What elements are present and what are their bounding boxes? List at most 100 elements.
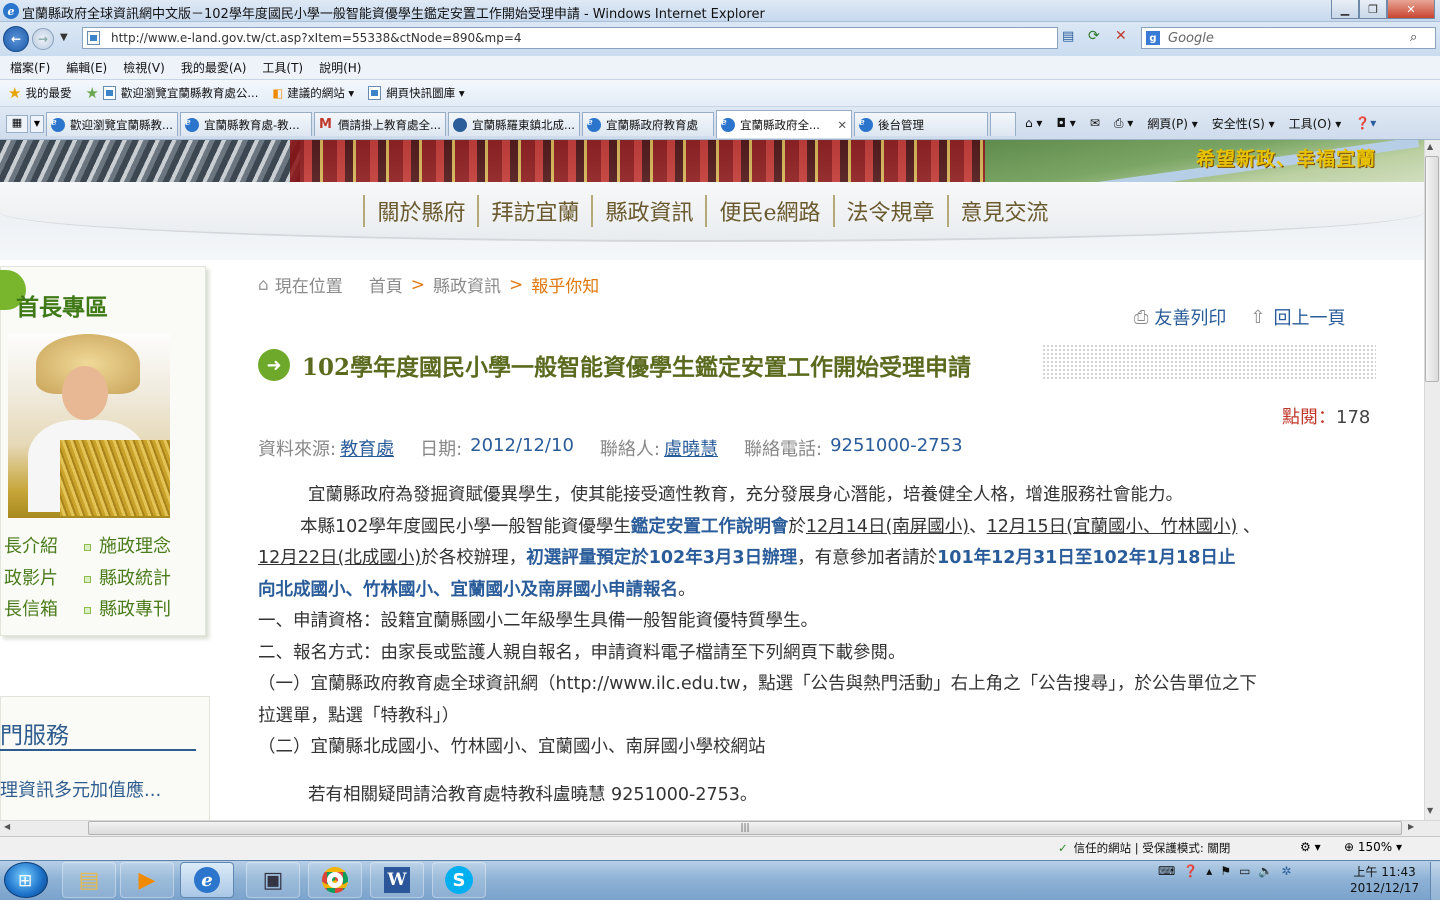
taskbar-media-player[interactable]: ▶ [120, 862, 174, 898]
web-slice-gallery[interactable]: 網頁快訊圖庫 ▾ [368, 85, 465, 101]
nav-county-info[interactable]: 縣政資訊 [591, 195, 705, 227]
stop-icon[interactable]: ✕ [1115, 28, 1127, 44]
scroll-right-icon[interactable]: ▶ [1408, 822, 1414, 831]
tab-gmail[interactable]: M 價請掛上教育處全... [314, 112, 446, 136]
site-icon [453, 117, 467, 132]
help-icon[interactable]: ❓▾ [1355, 116, 1376, 130]
menu-view[interactable]: 檢視(V) [123, 59, 165, 76]
start-button[interactable]: ⊞ [4, 862, 48, 898]
tools-menu[interactable]: 工具(O) ▾ [1289, 115, 1342, 132]
sidebar-link-policy[interactable]: 施政理念 [84, 532, 171, 558]
taskbar-explorer[interactable]: ▤ [62, 862, 116, 898]
taskbar-word[interactable]: W [370, 862, 424, 898]
tab-welcome[interactable]: e 歡迎瀏覽宜蘭縣教... [46, 112, 178, 136]
horizontal-scroll-thumb[interactable]: ||| [88, 821, 1402, 835]
folder-icon: ▤ [78, 867, 100, 893]
tab-yilan-gov[interactable]: e 宜蘭縣政府全... ✕ [716, 110, 852, 138]
nav-feedback[interactable]: 意見交流 [946, 195, 1061, 227]
flag-icon[interactable]: ⚑ [1220, 864, 1231, 878]
scroll-left-icon[interactable]: ◀ [4, 822, 10, 831]
taskbar-remote-desktop[interactable]: ▣ [246, 862, 300, 898]
window-title: 宜蘭縣政府全球資訊網中文版－102學年度國民小學一般智能資優學生鑑定安置工作開始… [22, 7, 765, 22]
sidebar-link-intro[interactable]: 長介紹 [4, 532, 58, 558]
keyboard-icon[interactable]: ⌨ [1158, 864, 1175, 878]
menu-tools[interactable]: 工具(T) [262, 59, 303, 76]
ie-icon: e [721, 117, 735, 132]
site-slogan: 希望新政、幸福宜蘭 [1196, 148, 1377, 170]
menu-edit[interactable]: 編輯(E) [66, 59, 107, 76]
arrow-right-icon: → [37, 32, 49, 46]
breadcrumb-county-info[interactable]: 縣政資訊 [433, 272, 501, 297]
sidebar-link-mailbox[interactable]: 長信箱 [4, 595, 58, 621]
vertical-scroll-thumb[interactable] [1425, 156, 1439, 382]
command-bar: ⌂ ▾ ◘ ▾ ✉ ⎙ ▾ 網頁(P) ▾ 安全性(S) ▾ 工具(O) ▾ ❓… [1025, 112, 1390, 134]
favorite-edu-link[interactable]: ★ 歡迎瀏覽宜蘭縣教育處公... [85, 84, 258, 102]
sidebar-link-statistics[interactable]: 縣政統計 [84, 564, 171, 590]
refresh-icon[interactable]: ⟳ [1088, 28, 1100, 44]
scroll-up-icon[interactable]: ▲ [1427, 142, 1433, 151]
search-box[interactable]: g Google ⌕ [1141, 27, 1436, 49]
quick-tabs-icon[interactable]: ▦ [6, 115, 28, 133]
contact-value[interactable]: 盧曉慧 [664, 435, 718, 461]
tab-edu-dept[interactable]: e 宜蘭縣教育處-教... [180, 112, 312, 136]
tab-admin[interactable]: e 後台管理 [854, 112, 988, 136]
new-tab-button[interactable] [990, 112, 1016, 136]
url-text[interactable]: http://www.e-land.gov.tw/ct.asp?xItem=55… [111, 31, 522, 45]
minimize-button[interactable]: ▁ [1331, 0, 1359, 19]
close-window-button[interactable]: ✕ [1387, 0, 1435, 19]
breadcrumb-current[interactable]: 報乎你知 [531, 272, 599, 297]
nav-visit-yilan[interactable]: 拜訪宜蘭 [477, 195, 591, 227]
suggested-sites[interactable]: ◧ 建議的網站 ▾ [272, 85, 354, 101]
zoom-level[interactable]: ⊕ 150% ▾ [1344, 840, 1402, 854]
nav-e-services[interactable]: 便民e網路 [705, 195, 832, 227]
mail-icon[interactable]: ✉ [1090, 116, 1100, 130]
source-value[interactable]: 教育處 [340, 435, 394, 461]
window-title-bar[interactable]: e 宜蘭縣政府全球資訊網中文版－102學年度國民小學一般智能資優學生鑑定安置工作… [0, 0, 1440, 22]
nav-about-government[interactable]: 關於縣府 [363, 195, 477, 227]
back-page-link[interactable]: 回上一頁 [1274, 304, 1346, 330]
sidebar-link-journal[interactable]: 縣政專刊 [84, 595, 171, 621]
compat-view-icon[interactable]: ▤ [1062, 29, 1074, 44]
tab-edu-gov[interactable]: e 宜蘭縣政府教育處 [582, 112, 714, 136]
sidebar-link-video[interactable]: 政影片 [4, 564, 58, 590]
pop-up-blocker-icon[interactable]: ⚙ ▾ [1300, 840, 1321, 854]
breadcrumb: ⌂ 現在位置 首頁 > 縣政資訊 > 報乎你知 [258, 272, 599, 298]
print-icon[interactable]: ⎙ ▾ [1114, 116, 1133, 131]
tray-arrow-icon[interactable]: ▴ [1206, 864, 1212, 878]
tab-beicheng[interactable]: 宜蘭縣羅東鎮北成... [448, 112, 580, 136]
volume-icon[interactable]: 🔈 [1258, 864, 1273, 878]
breadcrumb-home[interactable]: 首頁 [369, 272, 403, 297]
taskbar-internet-explorer[interactable]: e [180, 862, 234, 898]
address-bar[interactable]: http://www.e-land.gov.tw/ct.asp?xItem=55… [82, 27, 1058, 49]
tab-list-icon[interactable]: ▼ [30, 115, 44, 133]
zoom-value: 150% [1357, 840, 1393, 854]
menu-favorites[interactable]: 我的最愛(A) [181, 59, 247, 76]
menu-help[interactable]: 說明(H) [319, 59, 361, 76]
close-tab-icon[interactable]: ✕ [837, 118, 847, 132]
safety-menu[interactable]: 安全性(S) ▾ [1212, 115, 1275, 132]
back-button[interactable]: ← [3, 26, 29, 52]
nav-regulations[interactable]: 法令規章 [832, 195, 947, 227]
history-dropdown-icon[interactable]: ▼ [60, 32, 68, 43]
maximize-button[interactable]: ❐ [1359, 0, 1387, 19]
menu-file[interactable]: 檔案(F) [10, 59, 50, 76]
text-run: 本縣102學年度國民小學一般智能資優學生 [300, 516, 631, 537]
network-icon[interactable]: ✲ [1281, 864, 1291, 878]
taskbar-chrome[interactable] [308, 862, 362, 898]
home-icon[interactable]: ⌂ ▾ [1025, 116, 1042, 130]
print-friendly-link[interactable]: 友善列印 [1154, 304, 1226, 330]
display-icon[interactable]: ▭ [1239, 864, 1250, 878]
security-zone[interactable]: ✓ 信任的網站 | 受保護模式: 關閉 [1058, 840, 1230, 856]
show-desktop-button[interactable] [1430, 862, 1440, 900]
clock[interactable]: 上午 11:43 2012/12/17 [1350, 864, 1419, 896]
rss-feed-icon[interactable]: ◘ ▾ [1056, 116, 1075, 130]
scroll-down-icon[interactable]: ▼ [1427, 806, 1433, 815]
restore-icon: ❐ [1368, 2, 1378, 16]
search-icon[interactable]: ⌕ [1410, 30, 1417, 45]
taskbar-skype[interactable]: S [432, 862, 486, 898]
page-menu[interactable]: 網頁(P) ▾ [1147, 115, 1197, 132]
services-link[interactable]: 理資訊多元加值應... [0, 776, 161, 802]
favorites-button[interactable]: ★ 我的最愛 [8, 84, 71, 102]
forward-button[interactable]: → [32, 28, 54, 50]
help-icon[interactable]: ❓ [1183, 864, 1198, 878]
